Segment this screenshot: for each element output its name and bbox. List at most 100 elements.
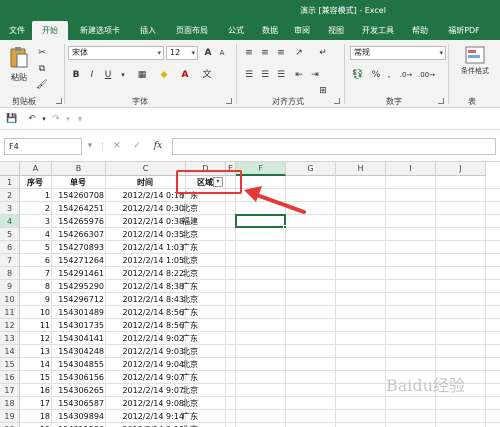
table-cell[interactable]: 4 — [21, 228, 50, 241]
tab-data[interactable]: 数据 — [256, 21, 284, 40]
bold-button[interactable]: B — [70, 68, 82, 82]
tab-review[interactable]: 审阅 — [288, 21, 316, 40]
enter-icon[interactable]: ✓ — [130, 139, 144, 153]
table-cell[interactable]: 154306587 — [53, 397, 104, 410]
save-icon[interactable]: 💾 — [6, 112, 18, 126]
table-cell[interactable]: 广东 — [182, 241, 222, 254]
row-header-16[interactable]: 16 — [0, 371, 20, 384]
table-cell[interactable]: 154311586 — [53, 423, 104, 427]
row-header-5[interactable]: 5 — [0, 228, 20, 241]
table-cell[interactable]: 2012/2/14 9:08 — [107, 397, 184, 410]
orientation-icon[interactable]: ↗ — [292, 46, 306, 60]
table-cell[interactable]: 2012/2/14 9:07 — [107, 384, 184, 397]
chevron-down-icon[interactable]: ▾ — [118, 68, 128, 82]
font-color-icon[interactable]: A — [178, 68, 192, 82]
row-header-17[interactable]: 17 — [0, 384, 20, 397]
format-painter-icon[interactable]: 🖌 — [36, 78, 48, 92]
align-right-icon[interactable]: ☰ — [274, 68, 288, 82]
name-box-dropdown-icon[interactable]: ▾ — [86, 139, 94, 153]
tab-insert[interactable]: 插入 — [134, 21, 162, 40]
row-header-1[interactable]: 1 — [0, 176, 20, 189]
table-cell[interactable]: 2012/2/14 1:03 — [107, 241, 184, 254]
conditional-format-button[interactable]: 条件格式 — [452, 46, 498, 92]
chevron-down-icon[interactable]: ▾ — [64, 112, 72, 126]
table-cell[interactable]: 北京 — [182, 358, 222, 371]
table-cell[interactable]: 北京 — [182, 202, 222, 215]
fill-color-icon[interactable]: ◆ — [156, 68, 172, 82]
table-cell[interactable]: 广东 — [182, 319, 222, 332]
table-cell[interactable]: 北京 — [182, 423, 222, 427]
undo-icon[interactable]: ↶ — [26, 112, 38, 126]
table-cell[interactable]: 2012/2/14 9:04 — [107, 358, 184, 371]
merge-cells-icon[interactable]: ⊞ — [316, 84, 330, 98]
borders-icon[interactable]: ▦ — [134, 68, 150, 82]
number-launcher-icon[interactable] — [438, 98, 444, 104]
cancel-icon[interactable]: ✕ — [110, 139, 124, 153]
align-top-icon[interactable]: ≡ — [242, 46, 256, 60]
table-cell[interactable]: 2012/2/14 0:18 — [107, 189, 184, 202]
table-cell[interactable]: 15 — [21, 371, 50, 384]
table-cell[interactable]: 2012/2/14 8:38 — [107, 280, 184, 293]
currency-icon[interactable]: 💱 — [350, 68, 366, 82]
insert-function-icon[interactable]: fx — [150, 139, 166, 153]
table-cell[interactable]: 154309894 — [53, 410, 104, 423]
table-cell[interactable]: 2012/2/14 1:05 — [107, 254, 184, 267]
align-left-icon[interactable]: ☰ — [242, 68, 256, 82]
table-cell[interactable]: 2012/2/14 0:30 — [107, 202, 184, 215]
row-header-8[interactable]: 8 — [0, 267, 20, 280]
table-cell[interactable]: 广东 — [182, 280, 222, 293]
column-header-a[interactable]: A — [20, 162, 52, 176]
table-cell[interactable]: 北京 — [182, 228, 222, 241]
column-header-i[interactable]: I — [386, 162, 436, 176]
tab-formulas[interactable]: 公式 — [222, 21, 250, 40]
table-cell[interactable]: 154271264 — [53, 254, 104, 267]
fill-handle[interactable] — [283, 225, 287, 229]
row-header-3[interactable]: 3 — [0, 202, 20, 215]
alignment-launcher-icon[interactable] — [334, 98, 340, 104]
table-cell[interactable]: 2012/2/14 9:03 — [107, 345, 184, 358]
tab-developer[interactable]: 开发工具 — [356, 21, 400, 40]
name-box[interactable]: F4 — [4, 138, 82, 155]
tab-page-layout[interactable]: 页面布局 — [168, 21, 216, 40]
table-cell[interactable]: 8 — [21, 280, 50, 293]
table-cell[interactable]: 5 — [21, 241, 50, 254]
tab-foxit-pdf[interactable]: 福昕PDF — [440, 21, 488, 40]
phonetic-icon[interactable]: 文 — [200, 68, 214, 82]
row-header-18[interactable]: 18 — [0, 397, 20, 410]
chevron-down-icon[interactable]: ▾ — [40, 112, 48, 126]
table-cell[interactable]: 154296712 — [53, 293, 104, 306]
increase-indent-icon[interactable]: ⇥ — [308, 68, 322, 82]
row-header-2[interactable]: 2 — [0, 189, 20, 202]
column-header-h[interactable]: H — [336, 162, 386, 176]
table-cell[interactable]: 18 — [21, 410, 50, 423]
select-all-corner[interactable] — [0, 162, 20, 176]
table-cell[interactable]: 154304855 — [53, 358, 104, 371]
table-cell[interactable]: 154260708 — [53, 189, 104, 202]
table-cell[interactable]: 154264251 — [53, 202, 104, 215]
table-cell[interactable]: 2 — [21, 202, 50, 215]
grow-font-button[interactable]: A — [202, 46, 214, 60]
table-cell[interactable]: 154266307 — [53, 228, 104, 241]
table-cell[interactable]: 154306156 — [53, 371, 104, 384]
clipboard-launcher-icon[interactable] — [56, 98, 62, 104]
tab-file[interactable]: 文件 — [4, 21, 30, 40]
table-cell[interactable]: 154301489 — [53, 306, 104, 319]
number-format-select[interactable]: 常规 ▾ — [350, 46, 446, 60]
table-cell[interactable]: 6 — [21, 254, 50, 267]
table-cell[interactable]: 广东 — [182, 410, 222, 423]
cut-icon[interactable]: ✂ — [36, 46, 48, 60]
row-header-6[interactable]: 6 — [0, 241, 20, 254]
underline-button[interactable]: U — [102, 68, 114, 82]
table-cell[interactable]: 北京 — [182, 345, 222, 358]
row-header-14[interactable]: 14 — [0, 345, 20, 358]
column-header-c[interactable]: C — [106, 162, 186, 176]
table-cell[interactable]: 2012/2/14 8:56 — [107, 306, 184, 319]
table-cell[interactable]: 北京 — [182, 267, 222, 280]
table-cell[interactable]: 福建 — [182, 215, 222, 228]
increase-decimal-icon[interactable]: .0→ — [398, 68, 414, 82]
wrap-text-icon[interactable]: ↵ — [316, 46, 330, 60]
row-header-20[interactable]: 20 — [0, 423, 20, 427]
table-cell[interactable]: 北京 — [182, 293, 222, 306]
row-header-15[interactable]: 15 — [0, 358, 20, 371]
redo-icon[interactable]: ↷ — [50, 112, 62, 126]
